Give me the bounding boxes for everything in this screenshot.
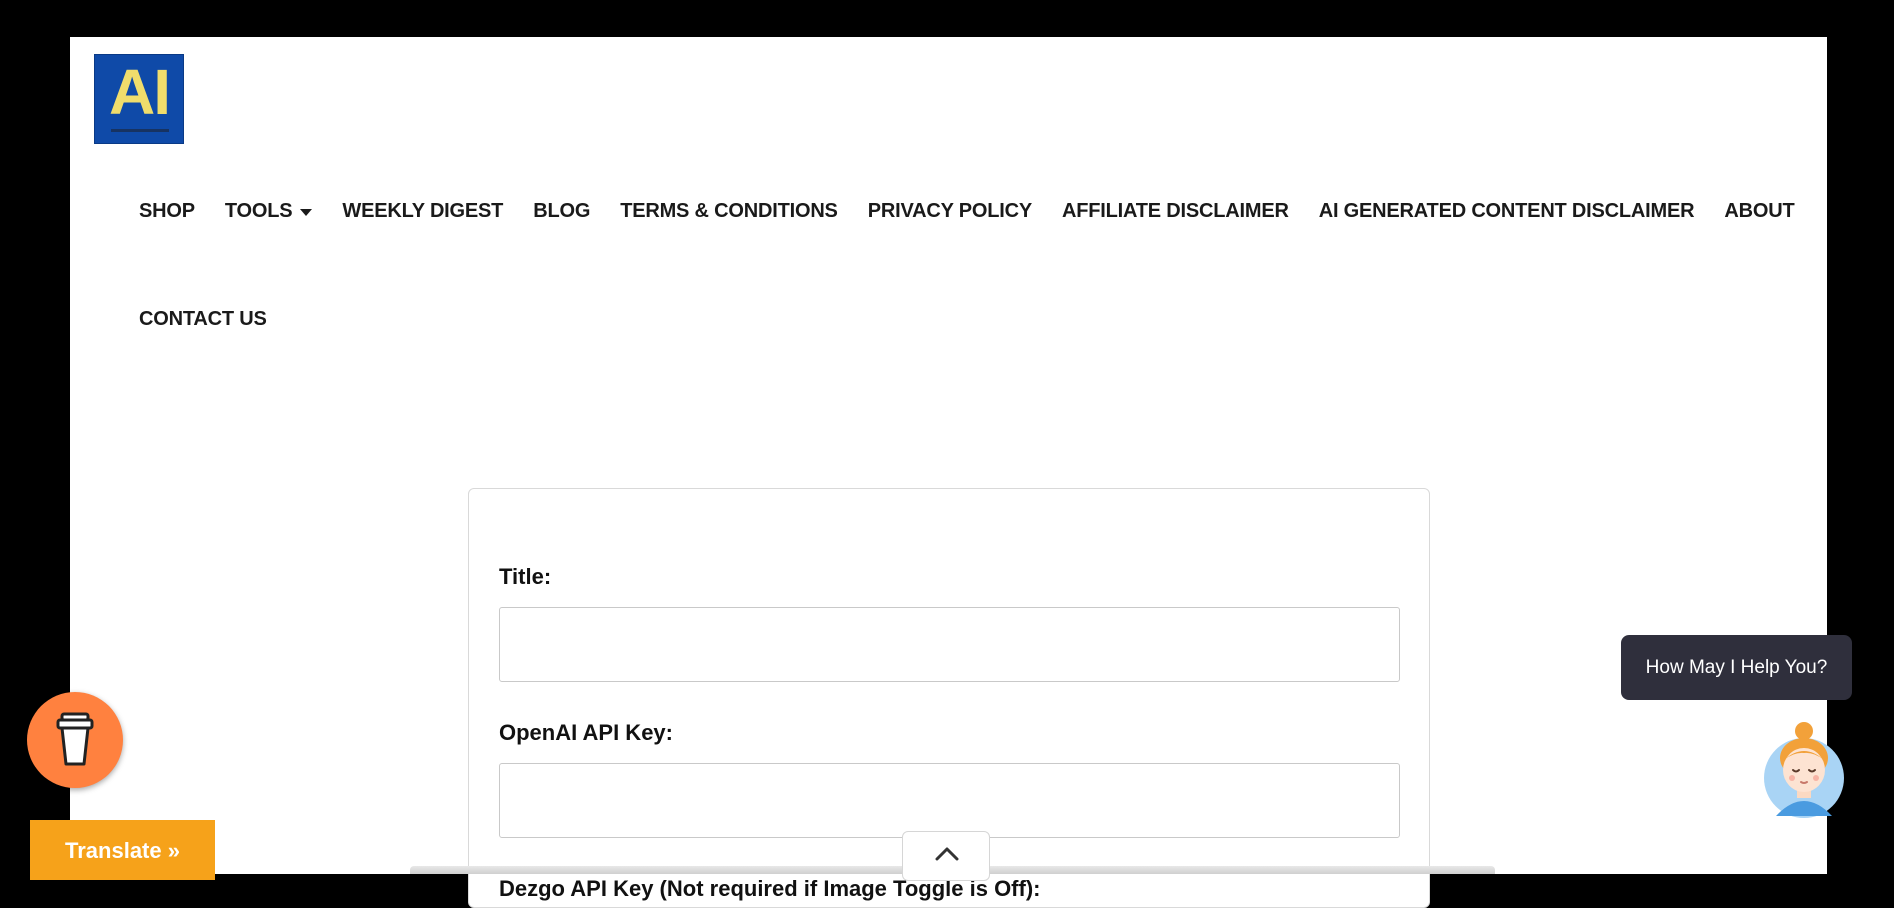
nav-about[interactable]: ABOUT [1724, 197, 1794, 225]
page-content: AI SHOP TOOLS WEEKLY DIGEST BLOG TERMS &… [70, 37, 1827, 908]
title-label: Title: [499, 564, 552, 589]
site-logo[interactable]: AI [94, 54, 184, 144]
nav-tools-label: TOOLS [224, 200, 293, 222]
nav-privacy-policy[interactable]: PRIVACY POLICY [868, 197, 1032, 225]
assistant-avatar-icon [1764, 722, 1844, 818]
buy-me-coffee-button[interactable] [27, 692, 123, 788]
main-nav: SHOP TOOLS WEEKLY DIGEST BLOG TERMS & CO… [139, 197, 1795, 225]
chat-prompt-bubble[interactable]: How May I Help You? [1621, 635, 1852, 700]
logo-text: AI [109, 56, 171, 128]
chat-assistant-button[interactable] [1762, 720, 1846, 820]
openai-key-label: OpenAI API Key: [499, 720, 673, 745]
caret-down-icon [300, 208, 313, 216]
nav-shop[interactable]: SHOP [139, 197, 195, 225]
nav-tools[interactable]: TOOLS [225, 197, 313, 225]
logo-tagline-mark [111, 129, 169, 132]
chevron-up-icon [935, 847, 959, 861]
nav-ai-content-disclaimer[interactable]: AI GENERATED CONTENT DISCLAIMER [1319, 197, 1695, 225]
openai-key-input[interactable] [499, 763, 1400, 838]
coffee-cup-icon [56, 712, 94, 766]
nav-terms[interactable]: TERMS & CONDITIONS [620, 197, 838, 225]
nav-affiliate-disclaimer[interactable]: AFFILIATE DISCLAIMER [1062, 197, 1289, 225]
title-input[interactable] [499, 607, 1400, 682]
nav-weekly-digest[interactable]: WEEKLY DIGEST [342, 197, 503, 225]
main-nav-row2: CONTACT US [139, 305, 267, 333]
translate-button[interactable]: Translate » [30, 820, 215, 880]
nav-blog[interactable]: BLOG [533, 197, 590, 225]
nav-contact-us[interactable]: CONTACT US [139, 305, 267, 333]
